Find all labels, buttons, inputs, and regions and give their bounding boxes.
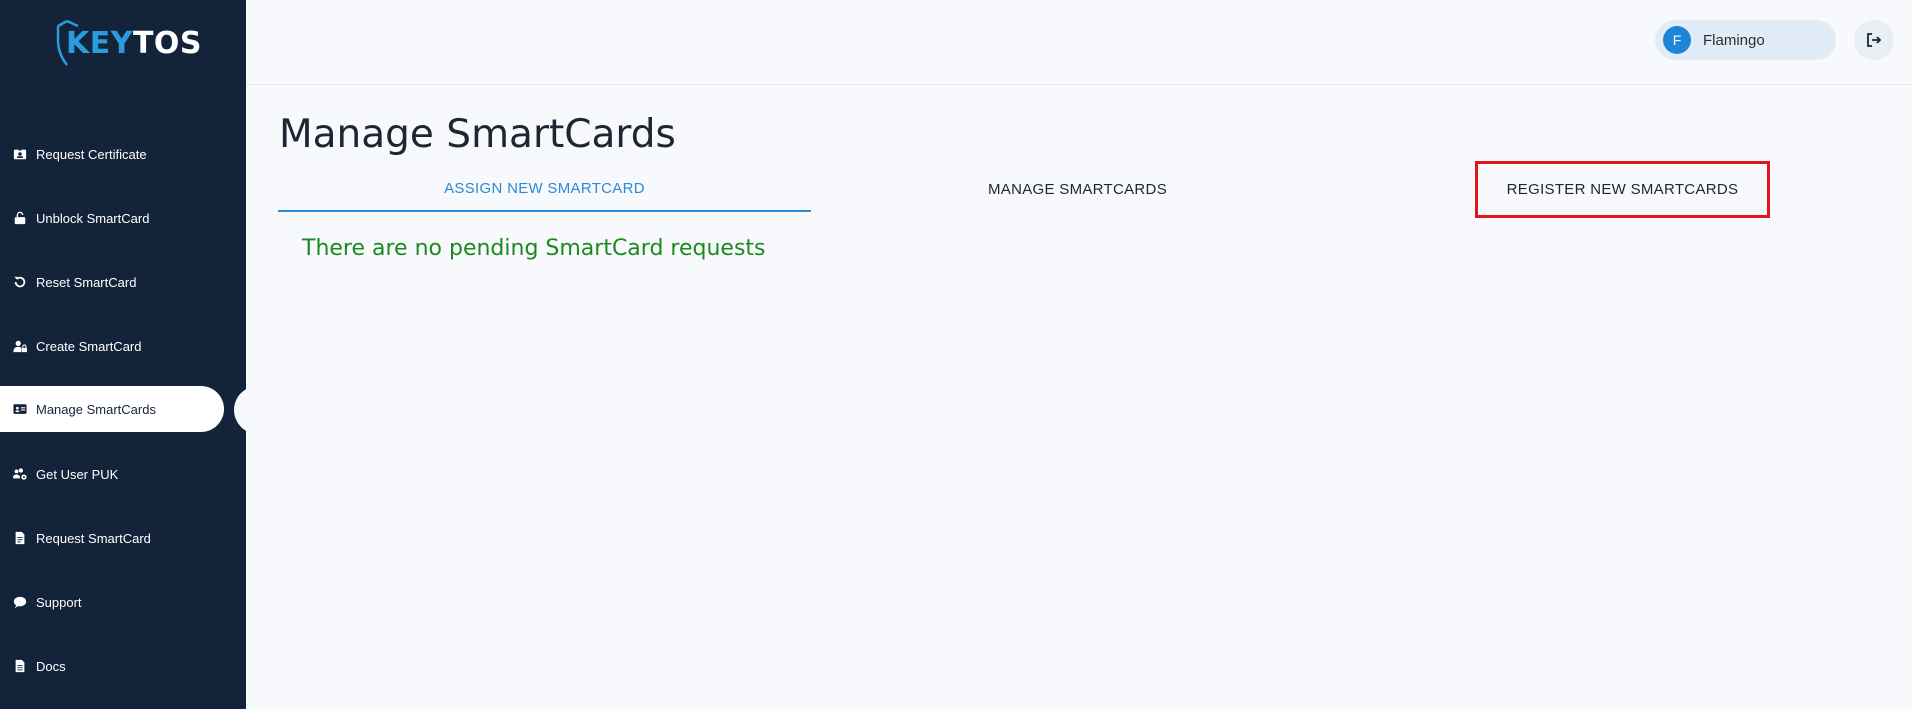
sidebar-item-label: Unblock SmartCard xyxy=(36,210,150,226)
users-gear-icon xyxy=(12,466,28,482)
certificate-icon xyxy=(12,146,28,162)
sidebar-item-request-smartcard[interactable]: Request SmartCard xyxy=(0,515,224,561)
tab-assign-new-smartcard[interactable]: ASSIGN NEW SMARTCARD xyxy=(278,166,811,212)
keytos-logo[interactable]: KEYTOS xyxy=(54,18,202,68)
empty-state-message: There are no pending SmartCard requests xyxy=(302,236,766,261)
sidebar-item-label: Get User PUK xyxy=(36,466,119,482)
doc-icon xyxy=(12,658,28,674)
top-bar: F Flamingo xyxy=(246,0,1912,85)
sidebar-item-label: Create SmartCard xyxy=(36,338,142,354)
user-menu[interactable]: F Flamingo xyxy=(1655,20,1836,60)
user-name: Flamingo xyxy=(1703,31,1765,49)
unlock-icon xyxy=(12,210,28,226)
sidebar-item-label: Request SmartCard xyxy=(36,530,151,546)
sidebar-item-get-user-puk[interactable]: Get User PUK xyxy=(0,451,224,497)
tab-register-new-smartcards[interactable]: REGISTER NEW SMARTCARDS xyxy=(1475,161,1770,218)
chat-icon xyxy=(12,594,28,610)
sidebar-item-label: Support xyxy=(36,594,82,610)
tab-bar: ASSIGN NEW SMARTCARD MANAGE SMARTCARDS R… xyxy=(278,161,1878,218)
logo-text: KEYTOS xyxy=(66,25,203,61)
sidebar-item-label: Request Certificate xyxy=(36,146,147,162)
sidebar-item-create-smartcard[interactable]: Create SmartCard xyxy=(0,323,224,369)
sidebar-item-label: Reset SmartCard xyxy=(36,274,137,290)
user-lock-icon xyxy=(12,338,28,354)
logout-button[interactable] xyxy=(1854,20,1894,60)
sidebar-item-support[interactable]: Support xyxy=(0,579,224,625)
avatar: F xyxy=(1663,26,1691,54)
reset-icon xyxy=(12,274,28,290)
id-card-icon xyxy=(12,401,28,417)
sidebar-item-manage-smartcards[interactable]: Manage SmartCards xyxy=(0,386,224,432)
logout-icon xyxy=(1867,33,1882,47)
sidebar-item-label: Manage SmartCards xyxy=(36,401,156,417)
active-item-notch xyxy=(234,386,260,434)
sidebar-item-docs[interactable]: Docs xyxy=(0,643,224,689)
sidebar: KEYTOS Request Certificate Unblock Smart… xyxy=(0,0,260,709)
tab-manage-smartcards[interactable]: MANAGE SMARTCARDS xyxy=(811,166,1344,212)
sidebar-item-label: Docs xyxy=(36,658,66,674)
document-icon xyxy=(12,530,28,546)
sidebar-item-unblock-smartcard[interactable]: Unblock SmartCard xyxy=(0,195,224,241)
sidebar-item-reset-smartcard[interactable]: Reset SmartCard xyxy=(0,259,224,305)
sidebar-item-request-certificate[interactable]: Request Certificate xyxy=(0,131,224,177)
page-title: Manage SmartCards xyxy=(279,112,676,157)
